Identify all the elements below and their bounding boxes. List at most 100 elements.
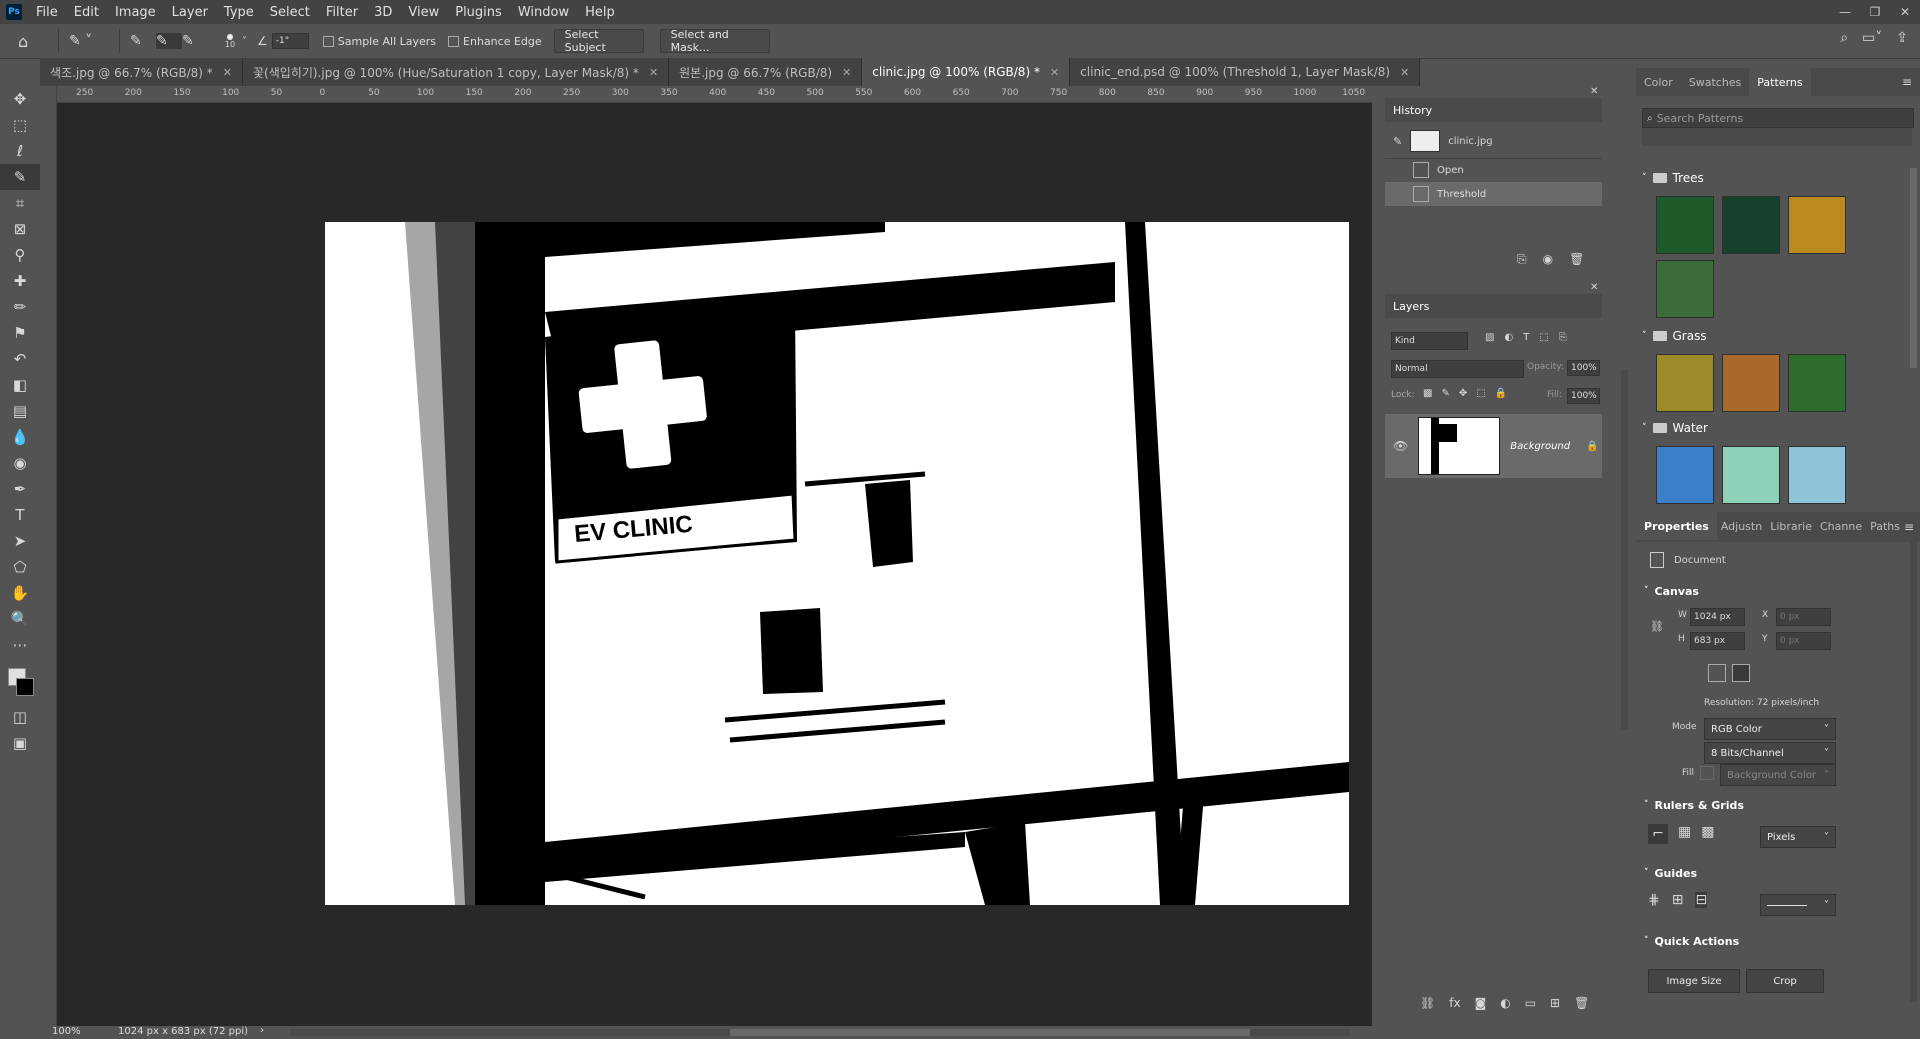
- tab-patterns[interactable]: Patterns: [1749, 68, 1811, 96]
- guide-icon[interactable]: ⋕: [1648, 892, 1660, 908]
- stamp-tool-icon[interactable]: ⚑: [0, 320, 40, 346]
- tab-channels[interactable]: Channe: [1816, 512, 1866, 540]
- quick-selection-tool-icon[interactable]: ✎: [0, 164, 40, 190]
- horizontal-scrollbar[interactable]: [290, 1029, 1350, 1036]
- frame-tool-icon[interactable]: ⊠: [0, 216, 40, 242]
- pixel-filter-icon[interactable]: ▧: [1485, 332, 1494, 343]
- close-icon[interactable]: ✕: [1400, 66, 1409, 79]
- tab-libraries[interactable]: Librarie: [1766, 512, 1816, 540]
- patterns-scrollbar[interactable]: [1910, 168, 1917, 368]
- history-title[interactable]: History: [1385, 104, 1432, 117]
- quick-actions-section[interactable]: ˅ Quick Actions: [1636, 930, 1920, 952]
- scrollbar-thumb[interactable]: [730, 1029, 1250, 1036]
- document-canvas[interactable]: EV CLINIC: [325, 222, 1349, 905]
- layers-scrollbar[interactable]: [1621, 370, 1628, 730]
- select-subject-button[interactable]: Select Subject: [553, 28, 644, 54]
- trash-icon[interactable]: 🗑: [1569, 252, 1584, 267]
- adjustment-layer-icon[interactable]: ◐: [1500, 996, 1510, 1010]
- guide-style-select[interactable]: ˅: [1760, 894, 1836, 916]
- height-field[interactable]: 683 px: [1690, 632, 1745, 650]
- fill-swatch[interactable]: [1700, 766, 1714, 780]
- menu-view[interactable]: View: [400, 5, 447, 20]
- new-layer-icon[interactable]: ⊞: [1550, 996, 1560, 1010]
- pattern-swatch[interactable]: [1722, 354, 1780, 412]
- rulers-grids-section[interactable]: ˅ Rulers & Grids: [1636, 794, 1920, 816]
- more-tools-icon[interactable]: ⋯: [0, 632, 40, 658]
- pattern-swatch[interactable]: [1722, 446, 1780, 504]
- menu-layer[interactable]: Layer: [164, 5, 216, 20]
- screen-mode-icon[interactable]: ▣: [0, 730, 40, 756]
- zoom-tool-icon[interactable]: 🔍: [0, 606, 40, 632]
- minimize-icon[interactable]: —: [1830, 0, 1860, 24]
- layer-kind-filter[interactable]: Kind: [1391, 332, 1468, 350]
- pattern-swatch[interactable]: [1788, 196, 1846, 254]
- tab-paths[interactable]: Paths: [1866, 512, 1904, 540]
- eraser-tool-icon[interactable]: ◧: [0, 372, 40, 398]
- menu-plugins[interactable]: Plugins: [447, 5, 510, 20]
- close-icon[interactable]: ✕: [1590, 86, 1598, 97]
- width-field[interactable]: 1024 px: [1690, 608, 1745, 626]
- menu-edit[interactable]: Edit: [66, 5, 107, 20]
- y-field[interactable]: 0 px: [1776, 632, 1831, 650]
- close-icon[interactable]: ✕: [1050, 66, 1059, 79]
- pattern-group-grass[interactable]: ˅ Grass: [1636, 324, 1912, 348]
- history-item[interactable]: Threshold: [1385, 182, 1602, 206]
- fill-select[interactable]: Background Color ˅: [1720, 764, 1836, 786]
- snapshot-icon[interactable]: ◉: [1543, 252, 1553, 267]
- workspace-icon[interactable]: ▭˅: [1862, 30, 1882, 46]
- history-brush-icon[interactable]: ↶: [0, 346, 40, 372]
- lasso-tool-icon[interactable]: ℓ: [0, 138, 40, 164]
- tab-document[interactable]: 원본.jpg @ 66.7% (RGB/8) ✕: [669, 58, 863, 86]
- crop-button[interactable]: Crop: [1746, 969, 1824, 993]
- brush-tool-icon[interactable]: ✏: [0, 294, 40, 320]
- menu-select[interactable]: Select: [262, 5, 318, 20]
- pattern-swatch[interactable]: [1656, 260, 1714, 318]
- menu-file[interactable]: File: [28, 5, 66, 20]
- marquee-tool-icon[interactable]: ⬚: [0, 112, 40, 138]
- tab-document-active[interactable]: clinic.jpg @ 100% (RGB/8) * ✕: [862, 58, 1071, 86]
- lock-transparency-icon[interactable]: ▩: [1423, 388, 1432, 399]
- properties-scrollbar[interactable]: [1910, 532, 1917, 1002]
- new-document-from-state-icon[interactable]: ⎘: [1517, 252, 1527, 267]
- grid-icon[interactable]: ▦: [1678, 824, 1691, 844]
- zoom-level[interactable]: 100%: [52, 1026, 81, 1037]
- pen-tool-icon[interactable]: ✒: [0, 476, 40, 502]
- smart-object-filter-icon[interactable]: ⎘: [1559, 332, 1567, 343]
- background-color-swatch[interactable]: [16, 678, 34, 696]
- healing-brush-icon[interactable]: ✚: [0, 268, 40, 294]
- ruler-icon[interactable]: ⌐: [1648, 824, 1668, 844]
- select-and-mask-button[interactable]: Select and Mask...: [659, 28, 770, 54]
- menu-type[interactable]: Type: [216, 5, 262, 20]
- type-filter-icon[interactable]: T: [1523, 332, 1529, 343]
- subtract-selection-icon[interactable]: ✎: [182, 33, 208, 49]
- sample-all-layers-checkbox[interactable]: Sample All Layers: [322, 35, 436, 48]
- history-snapshot[interactable]: ✎ clinic.jpg: [1385, 124, 1602, 159]
- link-layers-icon[interactable]: ⛓: [1420, 996, 1435, 1010]
- restore-icon[interactable]: ❐: [1860, 0, 1890, 24]
- eyedropper-tool-icon[interactable]: ⚲: [0, 242, 40, 268]
- adjustment-filter-icon[interactable]: ◐: [1504, 332, 1513, 343]
- opacity-field[interactable]: 100%: [1567, 360, 1600, 376]
- image-size-button[interactable]: Image Size: [1648, 969, 1740, 993]
- close-icon[interactable]: ✕: [649, 66, 658, 79]
- history-item[interactable]: Open: [1385, 158, 1602, 182]
- search-icon[interactable]: ⌕: [1840, 30, 1848, 46]
- close-window-icon[interactable]: ✕: [1890, 0, 1920, 24]
- lock-all-icon[interactable]: 🔒: [1495, 388, 1507, 399]
- chevron-down-icon[interactable]: ˅: [242, 36, 247, 47]
- layer-row-background[interactable]: 👁 Background 🔒: [1385, 414, 1602, 478]
- close-icon[interactable]: ✕: [223, 66, 232, 79]
- group-icon[interactable]: ▭: [1525, 996, 1536, 1010]
- canvas-section[interactable]: ˅ Canvas: [1636, 580, 1920, 602]
- path-selection-icon[interactable]: ➤: [0, 528, 40, 554]
- blur-tool-icon[interactable]: 💧: [0, 424, 40, 450]
- lock-position-icon[interactable]: ✥: [1459, 388, 1467, 399]
- quick-mask-icon[interactable]: ◫: [0, 704, 40, 730]
- lock-pixels-icon[interactable]: ✎: [1441, 388, 1449, 399]
- units-select[interactable]: Pixels ˅: [1760, 826, 1836, 848]
- pattern-swatch[interactable]: [1656, 196, 1714, 254]
- fill-field[interactable]: 100%: [1567, 388, 1600, 404]
- pattern-group-trees[interactable]: ˅ Trees: [1636, 166, 1912, 190]
- blend-mode-select[interactable]: Normal: [1391, 360, 1524, 378]
- shape-tool-icon[interactable]: ⬠: [0, 554, 40, 580]
